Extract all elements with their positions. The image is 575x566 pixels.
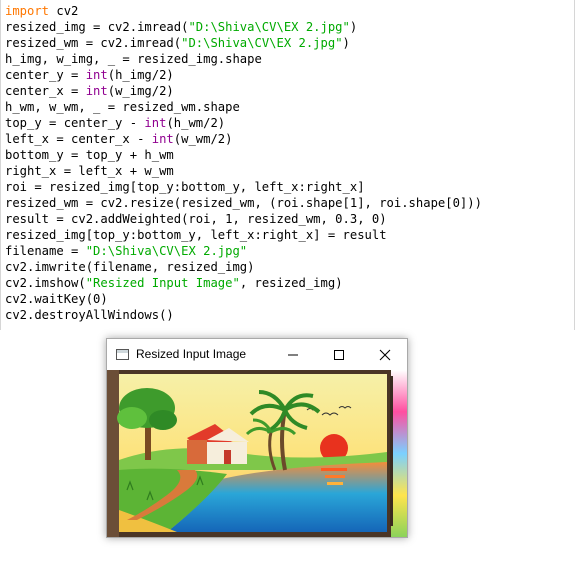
code-line[interactable]: import cv2 <box>5 3 482 19</box>
code-line[interactable]: h_wm, w_wm, _ = resized_wm.shape <box>5 99 482 115</box>
window-titlebar[interactable]: Resized Input Image <box>107 339 407 370</box>
code-token: cv2 <box>49 4 79 18</box>
code-token: h_img, w_img, _ = resized_img.shape <box>5 52 262 66</box>
code-builtin: int <box>85 84 108 98</box>
close-icon <box>379 349 391 360</box>
code-builtin: int <box>85 68 108 82</box>
close-button[interactable] <box>362 339 408 370</box>
code-line[interactable]: bottom_y = top_y + h_wm <box>5 147 482 163</box>
code-line[interactable]: cv2.imwrite(filename, resized_img) <box>5 259 482 275</box>
window-app-icon <box>116 349 129 360</box>
code-string: "D:\Shiva\CV\EX 2.jpg" <box>188 20 350 34</box>
code-line[interactable]: h_img, w_img, _ = resized_img.shape <box>5 51 482 67</box>
image-window[interactable]: Resized Input Image <box>106 338 408 538</box>
code-token: resized_wm = cv2.imread( <box>5 36 182 50</box>
code-line[interactable]: resized_img[top_y:bottom_y, left_x:right… <box>5 227 482 243</box>
code-line[interactable]: cv2.waitKey(0) <box>5 291 482 307</box>
code-token: resized_img = cv2.imread( <box>5 20 189 34</box>
code-token: resized_img[top_y:bottom_y, left_x:right… <box>5 228 387 242</box>
code-line[interactable]: center_x = int(w_img/2) <box>5 83 482 99</box>
code-line[interactable]: left_x = center_x - int(w_wm/2) <box>5 131 482 147</box>
code-token: cv2.waitKey(0) <box>5 292 108 306</box>
code-line[interactable]: cv2.imshow("Resized Input Image", resize… <box>5 275 482 291</box>
code-string: "Resized Input Image" <box>85 276 240 290</box>
code-token: left_x = center_x - <box>5 132 152 146</box>
code-token: filename = <box>5 244 86 258</box>
code-builtin: int <box>151 132 174 146</box>
code-line[interactable]: resized_wm = cv2.resize(resized_wm, (roi… <box>5 195 482 211</box>
code-token: result = cv2.addWeighted(roi, 1, resized… <box>5 212 387 226</box>
code-string: "D:\Shiva\CV\EX 2.jpg" <box>85 244 248 258</box>
code-keyword: import <box>5 4 50 18</box>
code-token: resized_wm = cv2.resize(resized_wm, (roi… <box>5 196 482 210</box>
code-token: ) <box>342 36 350 50</box>
code-token: , resized_img) <box>239 276 343 290</box>
code-token: ) <box>349 20 358 34</box>
code-token: top_y = center_y - <box>5 116 145 130</box>
window-title: Resized Input Image <box>136 347 247 361</box>
code-token: (h_wm/2) <box>166 116 226 130</box>
minimize-button[interactable] <box>270 339 316 370</box>
code-token: cv2.imshow( <box>5 276 86 290</box>
maximize-button[interactable] <box>316 339 362 370</box>
code-line[interactable]: resized_wm = cv2.imread("D:\Shiva\CV\EX … <box>5 35 482 51</box>
code-editor[interactable]: import cv2 resized_img = cv2.imread("D:\S… <box>0 0 575 330</box>
code-line[interactable]: center_y = int(h_img/2) <box>5 67 482 83</box>
code-token: cv2.destroyAllWindows() <box>5 308 174 322</box>
code-line[interactable]: cv2.destroyAllWindows() <box>5 307 482 323</box>
code-line[interactable]: roi = resized_img[top_y:bottom_y, left_x… <box>5 179 482 195</box>
code-token: center_y = <box>5 68 86 82</box>
maximize-icon <box>334 349 344 360</box>
code-token: (h_img/2) <box>107 68 174 82</box>
code-token: right_x = left_x + w_wm <box>5 164 174 178</box>
code-string: "D:\Shiva\CV\EX 2.jpg" <box>181 36 343 50</box>
code-line[interactable]: right_x = left_x + w_wm <box>5 163 482 179</box>
code-token: h_wm, w_wm, _ = resized_wm.shape <box>5 100 240 114</box>
code-line[interactable]: top_y = center_y - int(h_wm/2) <box>5 115 482 131</box>
code-token: roi = resized_img[top_y:bottom_y, left_x… <box>5 180 365 194</box>
code-token: bottom_y = top_y + h_wm <box>5 148 174 162</box>
displayed-image <box>107 370 407 537</box>
code-token: cv2.imwrite(filename, resized_img) <box>5 260 255 274</box>
code-line[interactable]: filename = "D:\Shiva\CV\EX 2.jpg" <box>5 243 482 259</box>
code-line[interactable]: resized_img = cv2.imread("D:\Shiva\CV\EX… <box>5 19 482 35</box>
code-text[interactable]: import cv2 resized_img = cv2.imread("D:\S… <box>5 3 482 323</box>
landscape-drawing <box>107 370 407 537</box>
code-token: (w_wm/2) <box>173 132 233 146</box>
code-line[interactable]: result = cv2.addWeighted(roi, 1, resized… <box>5 211 482 227</box>
code-token: (w_img/2) <box>107 84 174 98</box>
minimize-icon <box>288 354 298 355</box>
code-builtin: int <box>144 116 167 130</box>
code-token: center_x = <box>5 84 86 98</box>
